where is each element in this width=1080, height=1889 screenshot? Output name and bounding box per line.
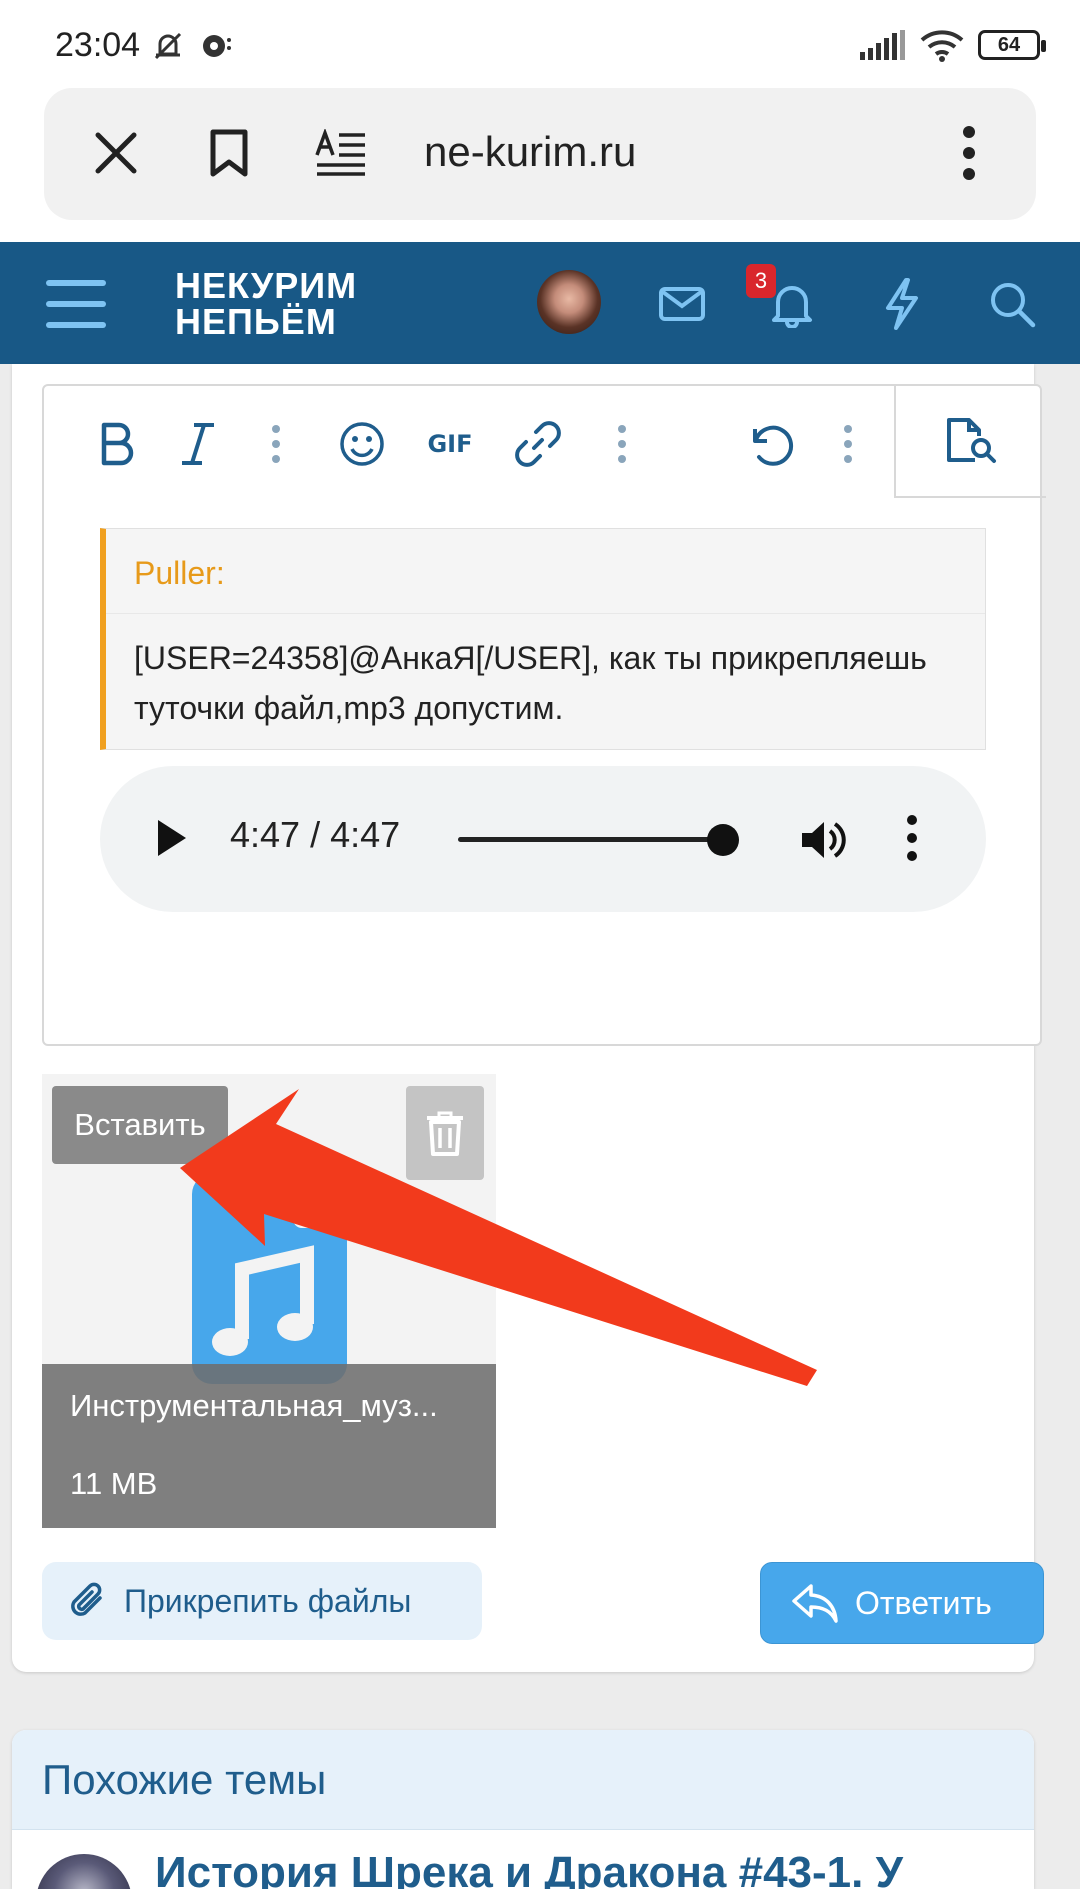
- trash-icon: [427, 1111, 463, 1156]
- gif-label: GIF: [427, 430, 473, 458]
- preview-button[interactable]: [894, 384, 1046, 498]
- quote-block: Puller: [USER=24358]@АнкаЯ[/USER], как т…: [100, 528, 986, 750]
- browser-address-bar: ne-kurim.ru: [44, 88, 1036, 220]
- insert-button[interactable]: Вставить: [52, 1086, 228, 1164]
- quote-divider: [106, 613, 985, 614]
- quote-author[interactable]: Puller:: [134, 555, 225, 592]
- signal-icon: [860, 30, 905, 60]
- attach-files-button[interactable]: Прикрепить файлы: [42, 1562, 482, 1640]
- bold-icon[interactable]: [86, 414, 150, 474]
- more-vertical-icon[interactable]: [934, 118, 1004, 188]
- mail-icon[interactable]: [650, 272, 714, 336]
- attachment-info: Инструментальная_муз... 11 MB: [42, 1364, 496, 1528]
- editor-toolbar: GIF: [44, 384, 1046, 498]
- audio-player: 4:47 / 4:47: [100, 766, 986, 912]
- similar-threads-panel: Похожие темы История Шрека и Дракона #43…: [12, 1730, 1034, 1889]
- status-system-icons: 64: [860, 28, 1046, 62]
- more-options-icon[interactable]: [816, 414, 880, 474]
- message-editor[interactable]: GIF Puller: [USER=24358]@АнкаЯ[/USER], к…: [42, 384, 1046, 1046]
- status-bar: 23:04 64: [0, 0, 1080, 88]
- thread-title-link[interactable]: История Шрека и Дракона #43-1. У: [155, 1848, 903, 1889]
- logo-line-2: НЕПЬЁМ: [175, 301, 337, 342]
- browser-toolbar: ne-kurim.ru: [0, 88, 1080, 242]
- url-field[interactable]: ne-kurim.ru: [424, 128, 636, 176]
- reply-button[interactable]: Ответить: [760, 1562, 1044, 1644]
- reader-mode-icon[interactable]: [306, 118, 376, 188]
- preview-icon: [947, 418, 996, 463]
- similar-threads-header: Похожие темы: [12, 1730, 1034, 1830]
- audio-progress-bar[interactable]: [458, 837, 722, 842]
- audio-more-icon[interactable]: [906, 814, 918, 862]
- reply-card: GIF Puller: [USER=24358]@АнкаЯ[/USER], к…: [12, 364, 1046, 1672]
- status-notification-icons: [150, 28, 234, 64]
- attachment-tile: Вставить Инструментальная_муз... 11 MB: [42, 1074, 496, 1528]
- link-icon[interactable]: [506, 414, 570, 474]
- user-avatar[interactable]: [537, 270, 601, 334]
- attach-files-label: Прикрепить файлы: [124, 1582, 412, 1619]
- gif-button[interactable]: GIF: [418, 414, 482, 474]
- audio-progress-thumb[interactable]: [707, 824, 739, 856]
- emoji-icon[interactable]: [330, 414, 394, 474]
- thread-author-avatar[interactable]: [36, 1854, 132, 1889]
- notification-count-badge: 3: [746, 264, 776, 298]
- search-icon[interactable]: [980, 272, 1044, 336]
- status-time: 23:04: [55, 26, 141, 64]
- italic-icon[interactable]: [166, 414, 230, 474]
- logo-line-1: НЕКУРИМ: [175, 265, 358, 306]
- delete-attachment-button[interactable]: [406, 1086, 484, 1180]
- close-icon[interactable]: [81, 118, 151, 188]
- site-logo[interactable]: НЕКУРИМ НЕПЬЁМ: [175, 268, 357, 340]
- more-insert-icon[interactable]: [590, 414, 654, 474]
- battery-indicator: 64: [978, 30, 1046, 60]
- undo-icon[interactable]: [738, 414, 802, 474]
- bookmark-icon[interactable]: [194, 118, 264, 188]
- play-icon[interactable]: [152, 816, 192, 860]
- bell-muted-icon: [154, 32, 182, 60]
- wifi-icon: [920, 30, 964, 62]
- reply-label: Ответить: [855, 1584, 992, 1621]
- more-format-icon[interactable]: [244, 414, 308, 474]
- paperclip-icon: [71, 1582, 102, 1616]
- lightning-icon[interactable]: [870, 272, 934, 336]
- similar-threads-title: Похожие темы: [42, 1756, 327, 1803]
- audio-file-icon: [192, 1174, 347, 1384]
- attachment-file-name: Инструментальная_муз...: [70, 1388, 438, 1423]
- quote-text: [USER=24358]@АнкаЯ[/USER], как ты прикре…: [134, 640, 927, 726]
- audio-time: 4:47 / 4:47: [230, 814, 401, 855]
- site-header: НЕКУРИМ НЕПЬЁМ 3: [0, 242, 1080, 364]
- attachment-file-size: 11 MB: [70, 1466, 158, 1501]
- volume-icon[interactable]: [800, 818, 848, 862]
- app-notification-icon: [203, 35, 231, 57]
- menu-icon[interactable]: [44, 272, 108, 336]
- reply-arrow-icon: [792, 1584, 838, 1623]
